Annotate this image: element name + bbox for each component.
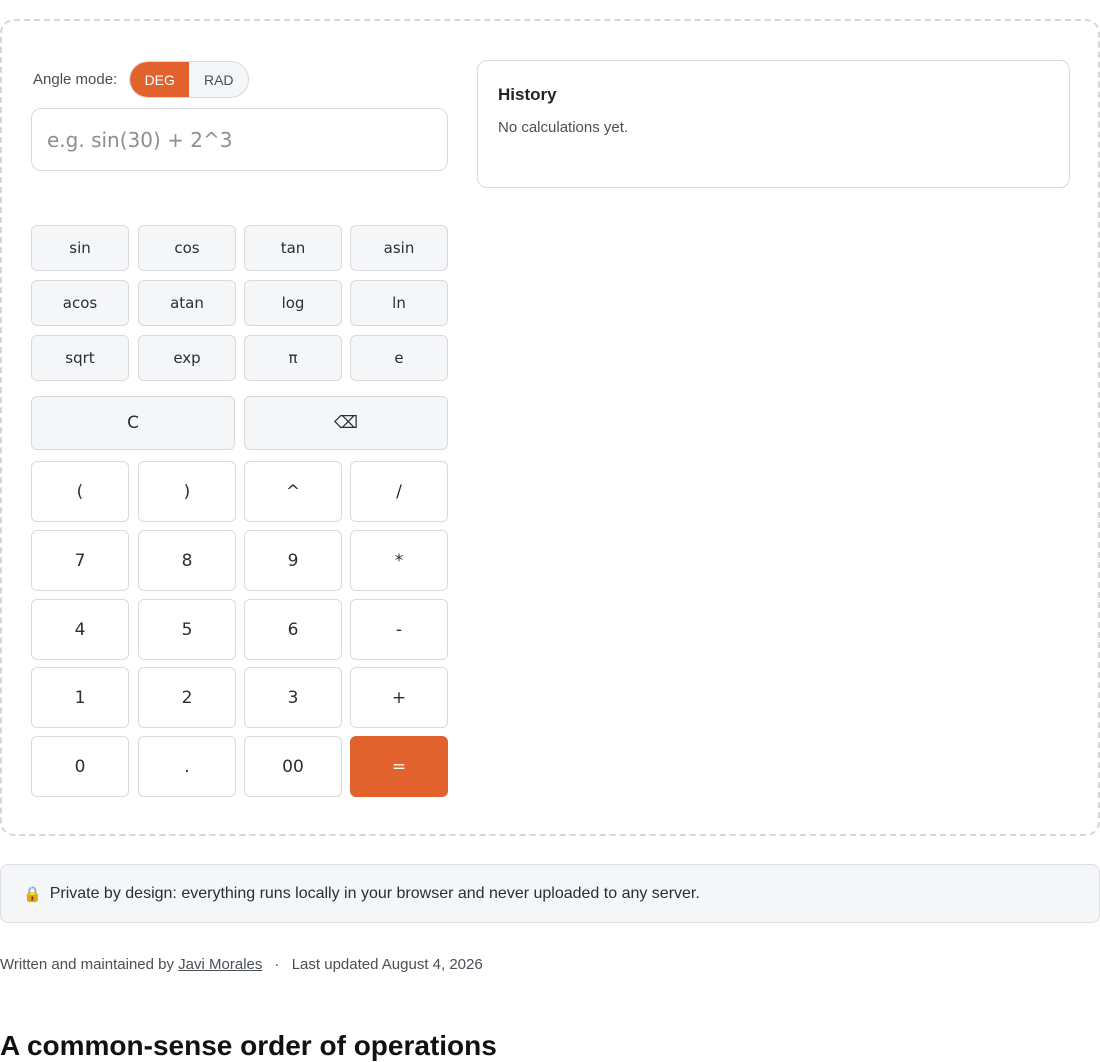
key-sqrt[interactable]: sqrt <box>31 335 129 381</box>
key-multiply[interactable]: * <box>350 530 448 591</box>
angle-mode-rad[interactable]: RAD <box>189 62 248 97</box>
key-tan[interactable]: tan <box>244 225 342 271</box>
history-panel: History No calculations yet. <box>477 60 1070 188</box>
key-sin[interactable]: sin <box>31 225 129 271</box>
key-4[interactable]: 4 <box>31 599 129 660</box>
byline: Written and maintained by Javi Morales ·… <box>0 956 483 973</box>
key-exp[interactable]: exp <box>138 335 236 381</box>
key-8[interactable]: 8 <box>138 530 236 591</box>
backspace-button[interactable]: ⌫ <box>244 396 448 450</box>
expression-input[interactable] <box>31 108 448 171</box>
key-cos[interactable]: cos <box>138 225 236 271</box>
key-9[interactable]: 9 <box>244 530 342 591</box>
backspace-icon: ⌫ <box>333 413 359 433</box>
history-empty-message: No calculations yet. <box>498 119 629 136</box>
key-7[interactable]: 7 <box>31 530 129 591</box>
key-6[interactable]: 6 <box>244 599 342 660</box>
angle-mode-label: Angle mode: <box>33 71 118 88</box>
equals-button[interactable]: = <box>350 736 448 797</box>
byline-prefix: Written and maintained by <box>0 956 174 973</box>
key-divide[interactable]: / <box>350 461 448 522</box>
key-open-paren[interactable]: ( <box>31 461 129 522</box>
key-0[interactable]: 0 <box>31 736 129 797</box>
key-close-paren[interactable]: ) <box>138 461 236 522</box>
last-updated: Last updated August 4, 2026 <box>291 956 483 973</box>
key-1[interactable]: 1 <box>31 667 129 728</box>
calculator-panel: Angle mode: DEG RAD sin cos tan asin aco… <box>0 19 1100 836</box>
key-5[interactable]: 5 <box>138 599 236 660</box>
key-e[interactable]: e <box>350 335 448 381</box>
key-3[interactable]: 3 <box>244 667 342 728</box>
history-title: History <box>498 85 557 104</box>
privacy-text: Private by design: everything runs local… <box>49 884 700 902</box>
key-double-zero[interactable]: 00 <box>244 736 342 797</box>
key-2[interactable]: 2 <box>138 667 236 728</box>
key-pi[interactable]: π <box>244 335 342 381</box>
angle-mode-deg[interactable]: DEG <box>130 62 190 97</box>
key-decimal[interactable]: . <box>138 736 236 797</box>
clear-button[interactable]: C <box>31 396 235 450</box>
key-subtract[interactable]: - <box>350 599 448 660</box>
section-heading: A common-sense order of operations <box>0 1030 497 1061</box>
byline-separator: · <box>274 956 280 973</box>
key-acos[interactable]: acos <box>31 280 129 326</box>
angle-mode-toggle: DEG RAD <box>129 61 250 98</box>
author-link[interactable]: Javi Morales <box>178 956 262 973</box>
key-log[interactable]: log <box>244 280 342 326</box>
lock-icon: 🔒 <box>23 885 42 903</box>
key-add[interactable]: + <box>350 667 448 728</box>
key-asin[interactable]: asin <box>350 225 448 271</box>
privacy-banner: 🔒 Private by design: everything runs loc… <box>0 864 1100 923</box>
key-power[interactable]: ^ <box>244 461 342 522</box>
angle-mode-row: Angle mode: DEG RAD <box>33 61 250 98</box>
key-ln[interactable]: ln <box>350 280 448 326</box>
key-atan[interactable]: atan <box>138 280 236 326</box>
